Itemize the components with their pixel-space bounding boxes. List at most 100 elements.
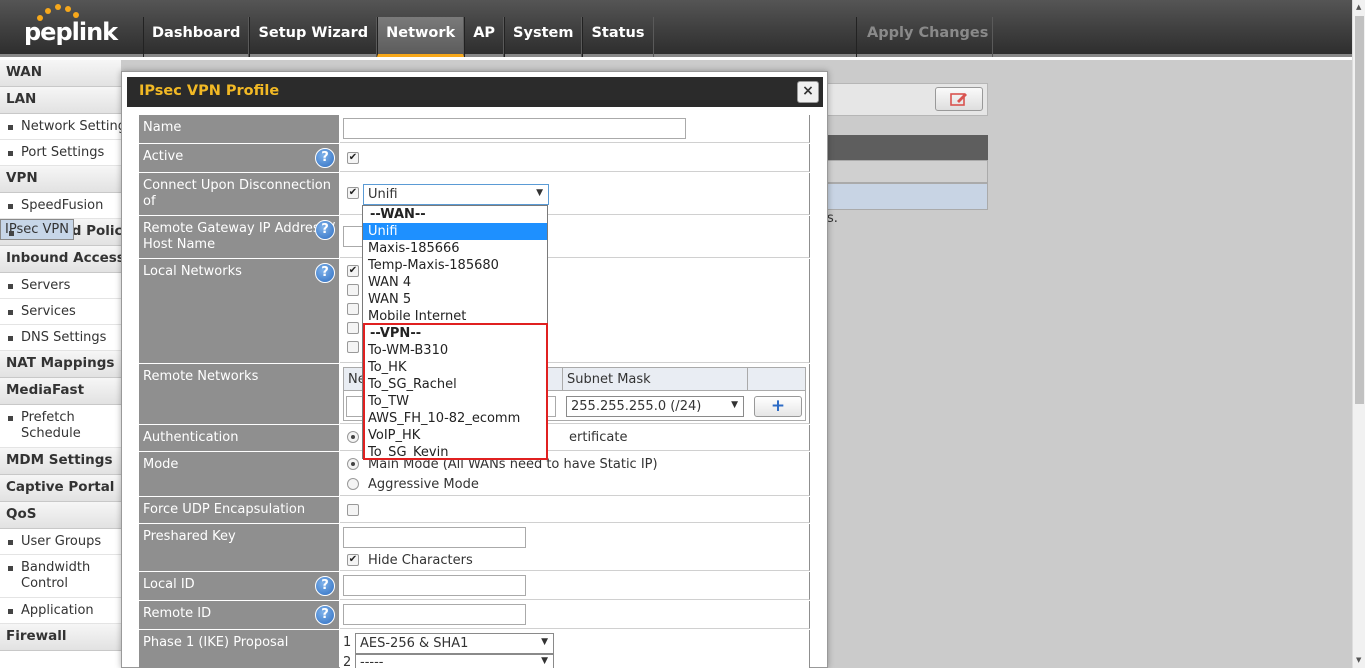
sidebar-item-dns-settings[interactable]: DNS Settings <box>0 325 121 351</box>
phase1-proposal-select-2[interactable]: ----- ▼ <box>355 654 554 668</box>
phase1-proposal-select-1[interactable]: AES-256 & SHA1 ▼ <box>355 633 554 654</box>
subnet-mask-select[interactable]: 255.255.255.0 (/24) ▼ <box>566 396 744 417</box>
bullet-icon <box>8 284 13 289</box>
nav-tab-setup-wizard[interactable]: Setup Wizard <box>249 17 378 57</box>
label-force-udp: Force UDP Encapsulation <box>139 497 339 523</box>
dropdown-arrow-icon: ▼ <box>541 656 548 666</box>
close-icon[interactable]: × <box>797 81 819 103</box>
form-row-local-id: Local ID? <box>139 572 810 601</box>
remote-id-input[interactable] <box>343 604 526 625</box>
auth-radio-preshared[interactable] <box>347 431 359 443</box>
bullet-icon <box>8 336 13 341</box>
phase1-row2-number: 2 <box>343 655 352 668</box>
nav-tab-dashboard[interactable]: Dashboard <box>143 17 250 57</box>
local-network-checkbox-3[interactable] <box>347 303 359 315</box>
nav-tab-status[interactable]: Status <box>582 17 654 57</box>
local-network-checkbox-1[interactable]: ✔ <box>347 265 359 277</box>
main-nav: Dashboard Setup Wizard Network AP System… <box>143 17 654 57</box>
background-edit-button[interactable] <box>935 87 983 111</box>
sidebar-item-services[interactable]: Services <box>0 299 121 325</box>
dropdown-option-unifi[interactable]: Unifi <box>363 223 547 240</box>
label-local-networks: Local Networks <box>143 264 242 279</box>
column-header-subnet-mask: Subnet Mask <box>563 368 748 391</box>
auth-option-certificate-label: ertificate <box>569 430 628 445</box>
scroll-up-icon[interactable]: ▲ <box>1356 3 1361 11</box>
add-remote-network-button[interactable]: + <box>754 396 802 417</box>
bullet-icon <box>8 125 13 130</box>
hide-characters-checkbox[interactable]: ✔ <box>347 554 359 566</box>
dropdown-group-wan: --WAN-- <box>370 207 426 222</box>
mode-radio-main[interactable] <box>347 458 359 470</box>
top-navigation-bar: peplink Dashboard Setup Wizard Network A… <box>0 0 1352 57</box>
sidebar-item-qos[interactable]: QoS <box>0 502 121 529</box>
mode-aggressive-label: Aggressive Mode <box>368 477 479 492</box>
dropdown-arrow-icon: ▼ <box>731 400 738 410</box>
sidebar-item-prefetch-schedule[interactable]: Prefetch Schedule <box>0 405 121 448</box>
sidebar-item-user-groups[interactable]: User Groups <box>0 529 121 555</box>
dropdown-option-wan5[interactable]: WAN 5 <box>363 291 547 308</box>
scroll-down-icon[interactable]: ▼ <box>1356 656 1361 664</box>
dropdown-arrow-icon: ▼ <box>541 637 548 647</box>
sidebar-item-firewall[interactable]: Firewall <box>0 624 121 651</box>
local-id-input[interactable] <box>343 575 526 596</box>
dropdown-arrow-icon: ▼ <box>536 188 543 198</box>
name-input[interactable] <box>343 118 686 139</box>
local-network-checkbox-2[interactable] <box>347 284 359 296</box>
sidebar: WAN LAN Network Settings Port Settings V… <box>0 60 121 668</box>
sidebar-item-nat-mappings[interactable]: NAT Mappings <box>0 351 121 378</box>
nav-tab-network[interactable]: Network <box>377 17 465 57</box>
bullet-icon <box>8 609 13 614</box>
sidebar-item-inbound-access[interactable]: Inbound Access <box>0 246 121 273</box>
form-row-phase1-proposal: Phase 1 (IKE) Proposal 1 AES-256 & SHA1 ▼… <box>139 630 810 668</box>
local-network-checkbox-4[interactable] <box>347 322 359 334</box>
page-scrollbar[interactable]: ▲ ▼ <box>1352 0 1365 668</box>
apply-changes-button[interactable]: Apply Changes <box>856 17 993 57</box>
help-icon[interactable]: ? <box>315 148 335 168</box>
sidebar-item-speedfusion[interactable]: SpeedFusion <box>0 193 121 219</box>
force-udp-checkbox[interactable] <box>347 504 359 516</box>
sidebar-item-port-settings[interactable]: Port Settings <box>0 140 121 166</box>
mode-radio-aggressive[interactable] <box>347 478 359 490</box>
peplink-logo[interactable]: peplink <box>24 18 118 46</box>
help-icon[interactable]: ? <box>315 605 335 625</box>
column-header-action <box>748 368 805 391</box>
label-preshared-key: Preshared Key <box>139 524 339 571</box>
scroll-thumb[interactable] <box>1355 16 1364 404</box>
sidebar-item-servers[interactable]: Servers <box>0 273 121 299</box>
nav-tab-system[interactable]: System <box>504 17 583 57</box>
background-table-header <box>827 135 988 160</box>
background-table-row <box>827 160 988 183</box>
local-network-checkbox-5[interactable] <box>347 341 359 353</box>
sidebar-item-wan[interactable]: WAN <box>0 60 121 87</box>
form-row-active: Active? ✔ <box>139 144 810 173</box>
connect-upon-checkbox[interactable]: ✔ <box>347 187 359 199</box>
bullet-icon <box>8 204 13 209</box>
hide-characters-label: Hide Characters <box>368 553 473 568</box>
plus-icon: + <box>770 396 786 416</box>
form-row-preshared-key: Preshared Key ✔ Hide Characters <box>139 524 810 572</box>
sidebar-item-captive-portal[interactable]: Captive Portal <box>0 475 121 502</box>
dropdown-option-temp-maxis-185680[interactable]: Temp-Maxis-185680 <box>363 257 547 274</box>
sidebar-item-vpn[interactable]: VPN <box>0 166 121 193</box>
sidebar-item-mdm-settings[interactable]: MDM Settings <box>0 448 121 475</box>
form-row-force-udp: Force UDP Encapsulation <box>139 497 810 524</box>
sidebar-item-bandwidth-control[interactable]: Bandwidth Control <box>0 555 121 598</box>
connect-upon-select[interactable]: Unifi ▼ <box>363 184 549 205</box>
preshared-key-input[interactable] <box>343 527 526 548</box>
label-connect-upon: Connect Upon Disconnection of <box>139 173 339 215</box>
bullet-icon <box>9 231 14 236</box>
sidebar-item-lan[interactable]: LAN <box>0 87 121 114</box>
label-local-id: Local ID <box>143 577 195 592</box>
sidebar-item-application[interactable]: Application <box>0 598 121 624</box>
label-remote-networks: Remote Networks <box>139 364 339 424</box>
help-icon[interactable]: ? <box>315 263 335 283</box>
sidebar-item-mediafast[interactable]: MediaFast <box>0 378 121 405</box>
help-icon[interactable]: ? <box>315 220 335 240</box>
sidebar-item-network-settings[interactable]: Network Settings <box>0 114 121 140</box>
help-icon[interactable]: ? <box>315 576 335 596</box>
sidebar-item-ipsec-vpn[interactable]: IPsec VPN <box>0 219 74 240</box>
dropdown-option-wan4[interactable]: WAN 4 <box>363 274 547 291</box>
dropdown-option-maxis-185666[interactable]: Maxis-185666 <box>363 240 547 257</box>
nav-tab-ap[interactable]: AP <box>464 17 505 57</box>
active-checkbox[interactable]: ✔ <box>347 152 359 164</box>
